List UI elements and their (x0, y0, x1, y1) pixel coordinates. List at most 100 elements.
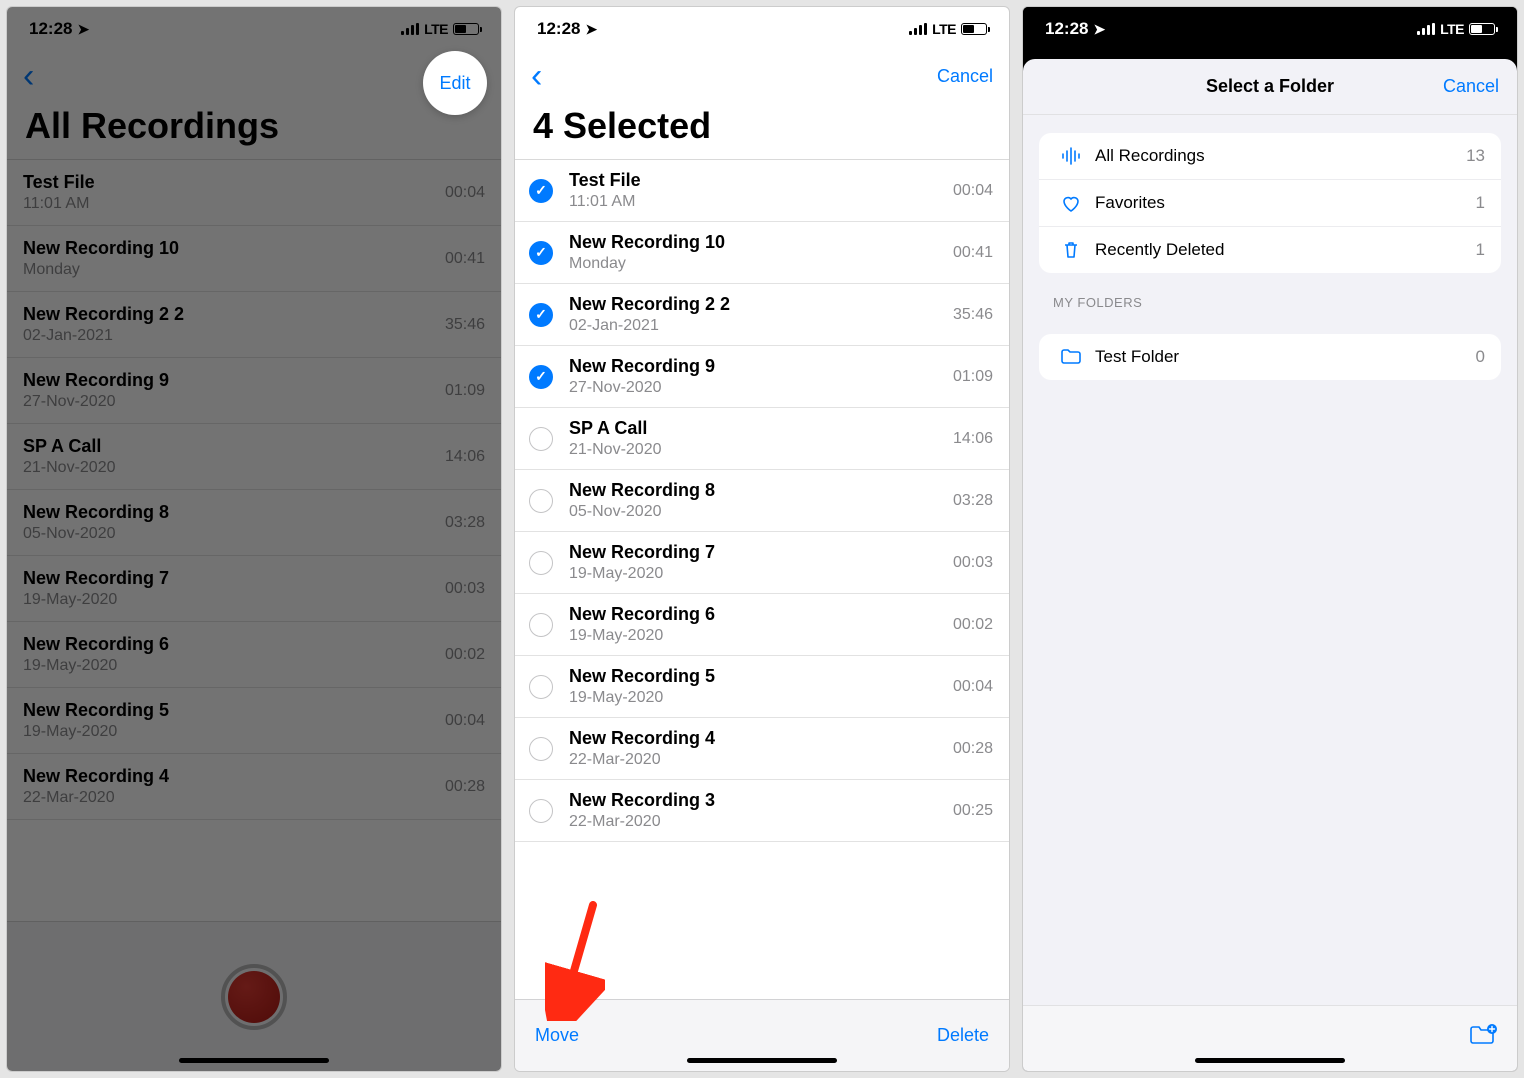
sheet-title: Select a Folder (1206, 76, 1334, 97)
folder-row[interactable]: Favorites1 (1039, 179, 1501, 226)
recording-row[interactable]: New Recording 422-Mar-202000:28 (515, 718, 1009, 780)
recording-subtitle: 19-May-2020 (23, 657, 433, 675)
screen-select-folder: 12:28 ➤ LTE Select a Folder Cancel All R… (1022, 6, 1518, 1072)
recording-subtitle: 02-Jan-2021 (569, 317, 941, 335)
selection-checkbox[interactable] (529, 179, 553, 203)
recording-row[interactable]: New Recording 7 19-May-2020 00:03 (7, 556, 501, 622)
recording-duration: 00:04 (953, 182, 993, 200)
nav-bar: ‹ Cancel (515, 51, 1009, 101)
folder-picker-sheet: Select a Folder Cancel All Recordings13F… (1023, 59, 1517, 1071)
recording-title: New Recording 8 (569, 480, 941, 501)
recording-row[interactable]: New Recording 619-May-202000:02 (7, 622, 501, 688)
new-folder-icon[interactable] (1469, 1023, 1497, 1054)
cancel-button[interactable]: Cancel (937, 66, 993, 87)
move-button[interactable]: Move (535, 1025, 579, 1046)
trash-icon (1055, 239, 1087, 261)
folder-name: Test Folder (1095, 347, 1476, 367)
folder-count: 13 (1466, 146, 1485, 166)
recording-row[interactable]: SP A Call21-Nov-202014:06 (7, 424, 501, 490)
recording-row[interactable]: New Recording 927-Nov-202001:09 (515, 346, 1009, 408)
folder-row[interactable]: Test Folder0 (1039, 334, 1501, 380)
recording-subtitle: 22-Mar-2020 (23, 789, 433, 807)
selection-checkbox[interactable] (529, 675, 553, 699)
recordings-list[interactable]: Test File11:01 AM00:04 New Recording 10 Mo… (7, 160, 501, 921)
recording-row[interactable]: New Recording 619-May-202000:02 (515, 594, 1009, 656)
recording-duration: 01:09 (445, 382, 485, 400)
record-button[interactable] (221, 964, 287, 1030)
recording-row[interactable]: SP A Call21-Nov-202014:06 (515, 408, 1009, 470)
recording-subtitle: 22-Mar-2020 (569, 813, 941, 831)
recording-subtitle: Monday (23, 261, 433, 279)
cancel-button[interactable]: Cancel (1443, 76, 1499, 97)
battery-icon (961, 23, 987, 35)
recording-row[interactable]: New Recording 805-Nov-202003:28 (7, 490, 501, 556)
recording-duration: 35:46 (953, 306, 993, 324)
recording-title: New Recording 9 (569, 356, 941, 377)
battery-icon (453, 23, 479, 35)
folder-name: Recently Deleted (1095, 240, 1476, 260)
recording-row[interactable]: New Recording 322-Mar-202000:25 (515, 780, 1009, 842)
recording-title: New Recording 3 (569, 790, 941, 811)
selection-checkbox[interactable] (529, 737, 553, 761)
recording-row[interactable]: New Recording 5 19-May-2020 00:04 (7, 688, 501, 754)
recording-subtitle: 27-Nov-2020 (23, 393, 433, 411)
status-bar: 12:28 ➤ LTE (1023, 7, 1517, 51)
selection-checkbox[interactable] (529, 365, 553, 389)
recording-row[interactable]: New Recording 422-Mar-202000:28 (7, 754, 501, 820)
user-folders-group: Test Folder0 (1039, 334, 1501, 380)
recording-title: SP A Call (569, 418, 941, 439)
recording-row[interactable]: New Recording 2 202-Jan-202135:46 (515, 284, 1009, 346)
recording-title: New Recording 9 (23, 370, 433, 391)
recording-row[interactable]: New Recording 519-May-202000:04 (515, 656, 1009, 718)
selection-checkbox[interactable] (529, 613, 553, 637)
recording-duration: 00:41 (953, 244, 993, 262)
signal-icon (909, 23, 927, 35)
recording-title: Test File (569, 170, 941, 191)
recording-row[interactable]: New Recording 805-Nov-202003:28 (515, 470, 1009, 532)
recording-row[interactable]: New Recording 10Monday00:41 (515, 222, 1009, 284)
selection-checkbox[interactable] (529, 551, 553, 575)
selection-checkbox[interactable] (529, 489, 553, 513)
recording-duration: 00:03 (953, 554, 993, 572)
selection-list[interactable]: Test File11:01 AM00:04New Recording 10Mo… (515, 160, 1009, 999)
recording-duration: 14:06 (953, 430, 993, 448)
recording-row[interactable]: New Recording 2 202-Jan-202135:46 (7, 292, 501, 358)
recording-row[interactable]: New Recording 9 27-Nov-2020 01:09 (7, 358, 501, 424)
recording-subtitle: 11:01 AM (23, 195, 433, 213)
sheet-toolbar (1023, 1005, 1517, 1071)
recording-title: New Recording 5 (569, 666, 941, 687)
delete-button[interactable]: Delete (937, 1025, 989, 1046)
waveform-icon (1055, 145, 1087, 167)
folder-name: Favorites (1095, 193, 1476, 213)
recording-duration: 00:41 (445, 250, 485, 268)
signal-icon (1417, 23, 1435, 35)
recording-subtitle: 19-May-2020 (23, 591, 433, 609)
recording-title: New Recording 10 (23, 238, 433, 259)
recording-subtitle: 21-Nov-2020 (23, 459, 433, 477)
recording-subtitle: 19-May-2020 (23, 723, 433, 741)
status-bar: 12:28 ➤ LTE (7, 7, 501, 51)
folder-row[interactable]: Recently Deleted1 (1039, 226, 1501, 273)
recording-duration: 00:03 (445, 580, 485, 598)
recording-row[interactable]: New Recording 719-May-202000:03 (515, 532, 1009, 594)
recording-row[interactable]: Test File11:01 AM00:04 (7, 160, 501, 226)
edit-button-spotlight[interactable]: Edit (423, 51, 487, 115)
recording-title: New Recording 5 (23, 700, 433, 721)
recording-title: New Recording 7 (569, 542, 941, 563)
selection-checkbox[interactable] (529, 427, 553, 451)
recording-row[interactable]: Test File11:01 AM00:04 (515, 160, 1009, 222)
folder-row[interactable]: All Recordings13 (1039, 133, 1501, 179)
network-label: LTE (1440, 21, 1464, 37)
recording-title: New Recording 4 (569, 728, 941, 749)
location-icon: ➤ (1093, 21, 1105, 38)
recording-duration: 00:04 (445, 712, 485, 730)
recording-title: New Recording 7 (23, 568, 433, 589)
status-time: 12:28 (1045, 19, 1088, 39)
page-title: All Recordings (7, 101, 501, 159)
selection-checkbox[interactable] (529, 799, 553, 823)
network-label: LTE (424, 21, 448, 37)
status-time: 12:28 (29, 19, 72, 39)
recording-row[interactable]: New Recording 10 Monday 00:41 (7, 226, 501, 292)
selection-checkbox[interactable] (529, 303, 553, 327)
selection-checkbox[interactable] (529, 241, 553, 265)
